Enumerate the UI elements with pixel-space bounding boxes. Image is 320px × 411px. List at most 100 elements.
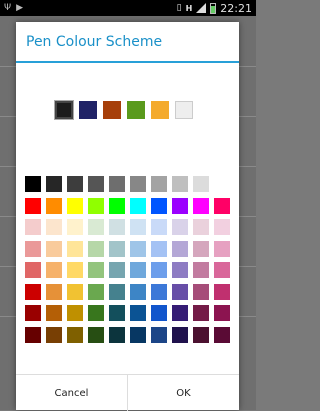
palette-color-cell[interactable] <box>67 262 83 278</box>
palette-color-cell[interactable] <box>193 305 209 321</box>
palette-color-cell[interactable] <box>151 197 167 214</box>
palette-color-cell[interactable] <box>151 262 167 278</box>
palette-color-cell[interactable] <box>67 219 83 235</box>
data-h-icon: H <box>185 3 193 13</box>
palette-color-cell[interactable] <box>130 219 146 235</box>
palette-color-cell[interactable] <box>46 283 62 300</box>
status-right-icons: ▯ H 22:21 <box>177 1 252 15</box>
palette-color-cell[interactable] <box>25 240 41 257</box>
palette-color-cell[interactable] <box>88 240 104 257</box>
palette-color-cell[interactable] <box>109 305 125 321</box>
palette-color-cell[interactable] <box>46 262 62 278</box>
palette-color-cell[interactable] <box>88 176 104 192</box>
title-divider <box>16 61 239 63</box>
palette-color-cell[interactable] <box>130 176 146 192</box>
palette-color-cell[interactable] <box>193 219 209 235</box>
dialog-buttons: Cancel OK <box>16 374 239 411</box>
palette-color-cell[interactable] <box>130 197 146 214</box>
palette-color-cell[interactable] <box>25 305 41 321</box>
palette-color-cell[interactable] <box>193 176 209 192</box>
palette-color-cell[interactable] <box>214 176 230 192</box>
color-palette-grid <box>25 176 230 343</box>
palette-color-cell[interactable] <box>151 240 167 257</box>
palette-color-cell[interactable] <box>25 197 41 214</box>
palette-color-cell[interactable] <box>130 240 146 257</box>
palette-color-cell[interactable] <box>130 262 146 278</box>
palette-color-cell[interactable] <box>172 262 188 278</box>
palette-color-cell[interactable] <box>109 262 125 278</box>
dialog-title: Pen Colour Scheme <box>26 34 163 50</box>
palette-color-cell[interactable] <box>214 262 230 278</box>
palette-color-cell[interactable] <box>46 305 62 321</box>
palette-color-cell[interactable] <box>193 240 209 257</box>
ok-button[interactable]: OK <box>127 375 239 411</box>
palette-color-cell[interactable] <box>172 326 188 343</box>
palette-color-cell[interactable] <box>109 240 125 257</box>
palette-color-cell[interactable] <box>172 283 188 300</box>
selected-color-swatch[interactable] <box>79 101 97 119</box>
selected-color-swatch[interactable] <box>127 101 145 119</box>
usb-icon: Ψ <box>4 3 12 13</box>
palette-color-cell[interactable] <box>172 197 188 214</box>
selected-color-swatch[interactable] <box>175 101 193 119</box>
palette-color-cell[interactable] <box>46 326 62 343</box>
palette-color-cell[interactable] <box>151 219 167 235</box>
palette-color-cell[interactable] <box>67 197 83 214</box>
palette-color-cell[interactable] <box>172 240 188 257</box>
selected-color-swatch[interactable] <box>151 101 169 119</box>
palette-color-cell[interactable] <box>151 283 167 300</box>
palette-color-cell[interactable] <box>67 240 83 257</box>
palette-color-cell[interactable] <box>46 219 62 235</box>
palette-color-cell[interactable] <box>25 176 41 192</box>
palette-color-cell[interactable] <box>214 305 230 321</box>
palette-color-cell[interactable] <box>172 219 188 235</box>
palette-color-cell[interactable] <box>193 262 209 278</box>
palette-color-cell[interactable] <box>214 219 230 235</box>
palette-color-cell[interactable] <box>109 326 125 343</box>
selected-color-swatch[interactable] <box>103 101 121 119</box>
palette-color-cell[interactable] <box>88 305 104 321</box>
palette-color-cell[interactable] <box>172 176 188 192</box>
palette-color-cell[interactable] <box>130 326 146 343</box>
palette-color-cell[interactable] <box>109 283 125 300</box>
palette-color-cell[interactable] <box>25 219 41 235</box>
palette-color-cell[interactable] <box>67 176 83 192</box>
palette-color-cell[interactable] <box>193 197 209 214</box>
palette-color-cell[interactable] <box>214 197 230 214</box>
palette-color-cell[interactable] <box>193 283 209 300</box>
selected-color-swatch[interactable] <box>55 101 73 119</box>
clock: 22:21 <box>220 1 252 15</box>
status-left-icons: Ψ ▶ <box>4 2 23 14</box>
palette-color-cell[interactable] <box>109 176 125 192</box>
palette-color-cell[interactable] <box>214 326 230 343</box>
palette-color-cell[interactable] <box>67 326 83 343</box>
palette-color-cell[interactable] <box>130 283 146 300</box>
palette-color-cell[interactable] <box>214 283 230 300</box>
palette-color-cell[interactable] <box>214 240 230 257</box>
palette-color-cell[interactable] <box>46 240 62 257</box>
palette-color-cell[interactable] <box>46 176 62 192</box>
palette-color-cell[interactable] <box>151 305 167 321</box>
palette-color-cell[interactable] <box>25 262 41 278</box>
palette-color-cell[interactable] <box>25 283 41 300</box>
signal-icon <box>196 3 207 13</box>
palette-color-cell[interactable] <box>193 326 209 343</box>
palette-color-cell[interactable] <box>67 305 83 321</box>
palette-color-cell[interactable] <box>88 197 104 214</box>
palette-color-cell[interactable] <box>130 305 146 321</box>
cancel-button[interactable]: Cancel <box>16 375 127 411</box>
palette-color-cell[interactable] <box>151 326 167 343</box>
play-icon: ▶ <box>16 3 24 13</box>
palette-color-cell[interactable] <box>109 219 125 235</box>
palette-color-cell[interactable] <box>25 326 41 343</box>
palette-color-cell[interactable] <box>109 197 125 214</box>
palette-color-cell[interactable] <box>67 283 83 300</box>
palette-color-cell[interactable] <box>88 326 104 343</box>
palette-color-cell[interactable] <box>172 305 188 321</box>
palette-color-cell[interactable] <box>151 176 167 192</box>
palette-color-cell[interactable] <box>88 262 104 278</box>
palette-color-cell[interactable] <box>46 197 62 214</box>
battery-icon <box>210 2 217 14</box>
palette-color-cell[interactable] <box>88 283 104 300</box>
palette-color-cell[interactable] <box>88 219 104 235</box>
